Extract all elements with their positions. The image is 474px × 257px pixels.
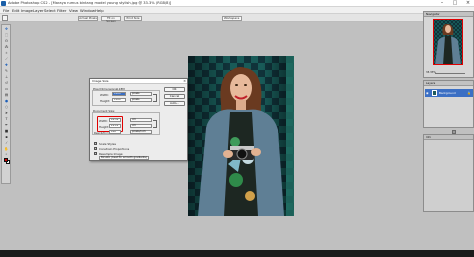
document-link-icon (153, 120, 157, 128)
menu-image[interactable]: Image (21, 8, 33, 13)
scale-styles-label: Scale Styles (99, 142, 116, 146)
menu-view[interactable]: View (69, 8, 78, 13)
layers-panel: Layers ◉ Background 🔒 (423, 80, 474, 128)
menu-edit[interactable]: Edit (12, 8, 19, 13)
document-canvas[interactable] (188, 56, 294, 216)
layer-thumbnail (432, 90, 437, 96)
navigator-panel: Navigator 33.33% (423, 11, 474, 78)
window-title: Adobe Photoshop CS2 - [Maraya rumus bint… (8, 1, 172, 5)
dialog-title: Image Size (90, 79, 187, 84)
pixel-height-unit-select[interactable]: pixels (130, 98, 152, 102)
ok-button[interactable]: OK (164, 87, 185, 92)
pixel-height-label: Height: (100, 99, 111, 103)
lasso-icon[interactable]: ʘ (4, 39, 9, 43)
gradient-icon[interactable]: ▤ (4, 93, 9, 97)
photoshop-app-icon (1, 1, 6, 6)
minimize-button[interactable]: – (436, 0, 448, 7)
resolution-input[interactable]: 180 (109, 130, 121, 134)
pixel-width-unit-select[interactable]: pixels (130, 92, 152, 96)
menu-layer[interactable]: Layer (33, 8, 44, 13)
pen-icon[interactable]: ✒ (4, 123, 9, 127)
info-panel: Info (423, 134, 474, 212)
menu-filter[interactable]: Filter (57, 8, 66, 13)
menu-help[interactable]: Help (95, 8, 104, 13)
doc-height-label: Height: (99, 125, 110, 129)
eyedropper-icon[interactable]: ⁄ (4, 141, 9, 145)
pixel-height-input[interactable]: 1500 (112, 98, 126, 102)
doc-height-unit-select[interactable]: cm (130, 124, 152, 128)
resolution-label: Resolution: (94, 131, 110, 135)
fit-on-screen-button[interactable]: Fit on Screen (101, 15, 121, 23)
toolbox: ✥ ⬚ ʘ ⁂ ⌗ ⟋ ✚ ✎ ⊥ ↺ ▭ ▤ ● ○ ➤ T ✒ ■ ▪ ⁄ … (1, 24, 11, 184)
zoom-icon[interactable]: ⌕ (4, 152, 9, 156)
menu-select[interactable]: Select (44, 8, 56, 13)
pixel-link-icon (153, 94, 157, 102)
layers-tab[interactable]: Layers (424, 81, 473, 86)
slice-icon[interactable]: ⟋ (4, 57, 9, 61)
navigator-thumbnail[interactable] (433, 19, 463, 65)
doc-width-unit-select[interactable]: cm (130, 118, 152, 122)
layer-name: Background (439, 91, 456, 95)
options-bar: Actual Pixels Fit on Screen Print Size W… (0, 14, 474, 23)
eraser-icon[interactable]: ▭ (4, 87, 9, 91)
type-icon[interactable]: T (4, 117, 9, 121)
foreground-color-swatch[interactable] (4, 158, 8, 162)
history-brush-icon[interactable]: ↺ (4, 81, 9, 85)
notes-icon[interactable]: ▪ (4, 135, 9, 139)
magic-wand-icon[interactable]: ⁂ (4, 45, 9, 49)
navigator-zoom-slider[interactable] (435, 72, 465, 74)
resample-method-select[interactable]: Bicubic (best for smooth gradients) (99, 156, 149, 160)
stamp-icon[interactable]: ⊥ (4, 75, 9, 79)
maximize-button[interactable]: □ (449, 0, 461, 7)
pixel-width-input[interactable]: 1000 (112, 92, 126, 96)
move-icon[interactable]: ✥ (4, 27, 9, 31)
pixel-width-label: Width: (100, 93, 110, 97)
marquee-icon[interactable]: ⬚ (4, 33, 9, 37)
menu-file[interactable]: File (3, 8, 9, 13)
doc-width-label: Width: (99, 119, 109, 123)
print-size-button[interactable]: Print Size (124, 15, 142, 21)
constrain-proportions-checkbox[interactable]: ✓ (94, 147, 97, 150)
actual-pixels-button[interactable]: Actual Pixels (78, 15, 98, 21)
layer-row-background[interactable]: ◉ Background 🔒 (425, 89, 473, 97)
portrait-photo (198, 56, 294, 216)
eye-icon[interactable]: ◉ (426, 91, 430, 95)
workspace-dropdown[interactable]: Workspace (222, 15, 242, 21)
auto-button[interactable]: Auto... (164, 101, 185, 106)
info-tab[interactable]: Info (424, 135, 473, 140)
zoom-tool-icon[interactable] (2, 15, 8, 21)
constrain-proportions-label: Constrain Proportions (99, 147, 130, 151)
resample-image-checkbox[interactable]: ✓ (94, 152, 97, 155)
blur-icon[interactable]: ● (4, 99, 9, 103)
navigator-view-frame[interactable] (433, 19, 463, 65)
doc-width-input[interactable]: 14.14 (109, 118, 121, 122)
taskbar (0, 250, 474, 257)
navigator-tab[interactable]: Navigator (424, 12, 473, 17)
panel-collapse-icon[interactable] (452, 130, 456, 134)
navigator-zoom-row: 33.33% (426, 71, 470, 75)
title-bar: Adobe Photoshop CS2 - [Maraya rumus bint… (0, 0, 474, 7)
close-window-button[interactable]: × (462, 0, 474, 7)
scale-styles-checkbox[interactable]: ✓ (94, 142, 97, 145)
menu-bar: File Edit Image Layer Select Filter View… (0, 7, 474, 14)
crop-icon[interactable]: ⌗ (4, 51, 9, 55)
hand-icon[interactable]: ✋ (4, 147, 9, 151)
healing-icon[interactable]: ✚ (4, 63, 9, 67)
lock-icon: 🔒 (467, 91, 471, 95)
path-select-icon[interactable]: ➤ (4, 111, 9, 115)
menu-window[interactable]: Window (80, 8, 95, 13)
brush-icon[interactable]: ✎ (4, 69, 9, 73)
dodge-icon[interactable]: ○ (4, 105, 9, 109)
shape-icon[interactable]: ■ (4, 129, 9, 133)
image-size-dialog: Image Size × Pixel Dimensions: 4.18M Wid… (89, 78, 188, 161)
resolution-unit-select[interactable]: pixels/inch (130, 130, 152, 134)
dialog-close-icon[interactable]: × (183, 79, 186, 84)
cancel-button[interactable]: Cancel (164, 94, 185, 99)
doc-height-input[interactable]: 21.21 (109, 124, 121, 128)
